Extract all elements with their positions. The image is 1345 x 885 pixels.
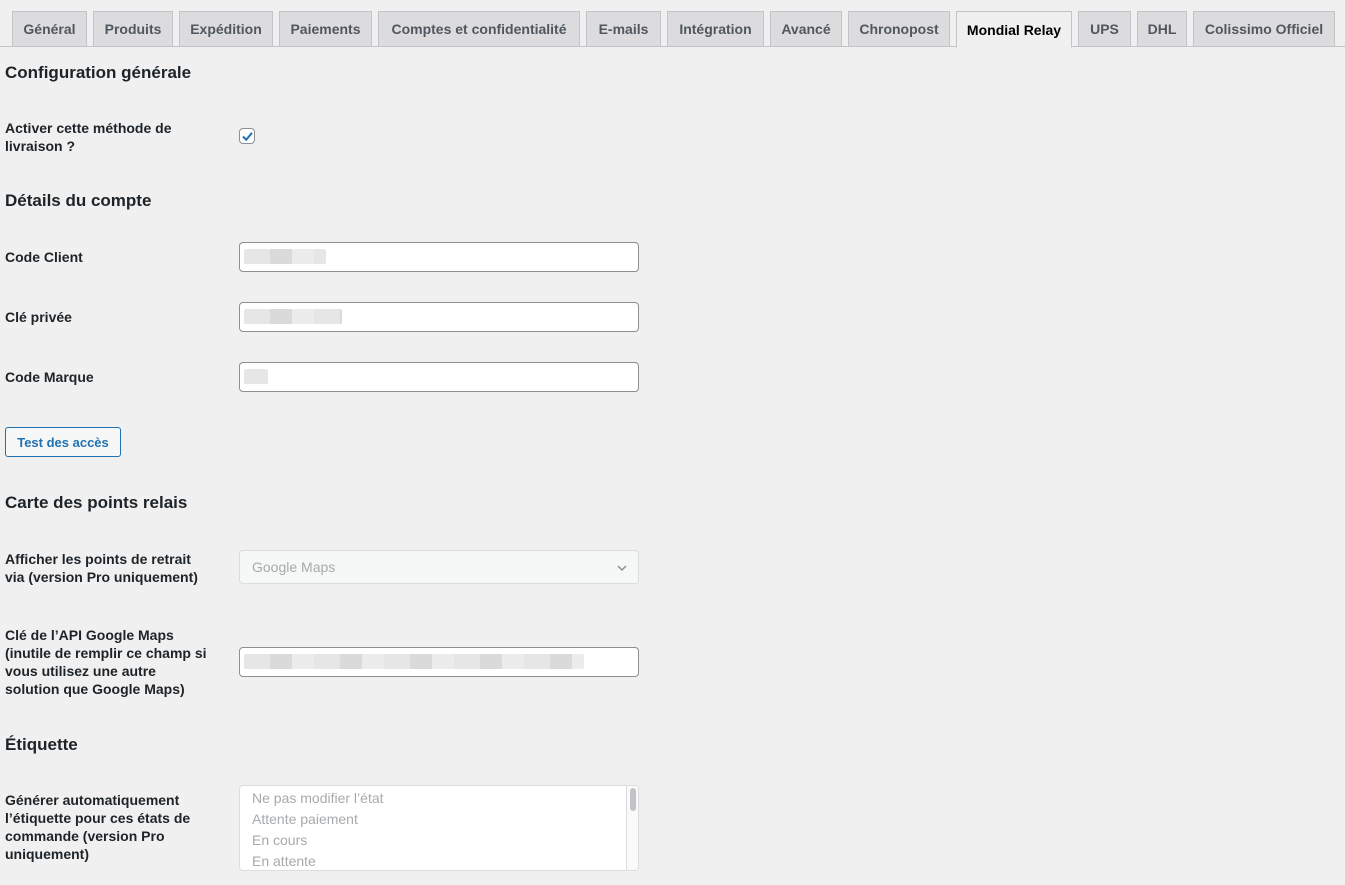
redacted-value — [244, 654, 584, 669]
listbox-scrollbar[interactable] — [626, 786, 638, 870]
tab-produits[interactable]: Produits — [93, 11, 173, 47]
tab-mondial-relay[interactable]: Mondial Relay — [956, 11, 1072, 48]
test-access-button[interactable]: Test des accès — [5, 427, 121, 457]
pickup-display-value: Google Maps — [252, 559, 336, 575]
tab-integration[interactable]: Intégration — [667, 11, 764, 47]
tab-dhl[interactable]: DHL — [1137, 11, 1187, 47]
brand-code-input[interactable] — [239, 362, 639, 392]
client-code-label: Code Client — [5, 249, 83, 265]
tab-chronopost[interactable]: Chronopost — [848, 11, 950, 47]
brand-code-label: Code Marque — [5, 369, 94, 385]
redacted-value — [244, 249, 326, 264]
redacted-value — [244, 369, 268, 384]
enable-method-label: Activer cette méthode de livraison ? — [5, 120, 172, 154]
chevron-down-icon — [617, 565, 627, 572]
order-states-listbox[interactable]: Ne pas modifier l’état Attente paiement … — [239, 785, 639, 871]
tab-paiements[interactable]: Paiements — [279, 11, 372, 47]
list-option[interactable]: Attente paiement — [252, 811, 358, 827]
tab-colissimo-officiel[interactable]: Colissimo Officiel — [1193, 11, 1335, 47]
settings-tabs: Général Produits Expédition Paiements Co… — [0, 0, 1345, 48]
tab-emails[interactable]: E-mails — [586, 11, 661, 47]
tab-general[interactable]: Général — [12, 11, 87, 47]
section-title-map: Carte des points relais — [5, 493, 188, 512]
private-key-input[interactable] — [239, 302, 639, 332]
list-option[interactable]: Ne pas modifier l’état — [252, 790, 384, 806]
section-title-general: Configuration générale — [5, 63, 192, 82]
enable-method-checkbox[interactable] — [239, 128, 255, 144]
list-option[interactable]: En attente — [252, 853, 316, 869]
auto-label-states-label: Générer automatiquement l’étiquette pour… — [5, 792, 191, 862]
checkmark-icon — [242, 132, 253, 142]
section-title-account: Détails du compte — [5, 191, 152, 210]
pickup-display-label: Afficher les points de retrait via (vers… — [5, 551, 198, 585]
google-api-key-input[interactable] — [239, 647, 639, 677]
list-option[interactable]: En cours — [252, 832, 307, 848]
private-key-label: Clé privée — [5, 309, 72, 325]
section-title-label: Étiquette — [5, 735, 78, 754]
tab-expedition[interactable]: Expédition — [179, 11, 273, 47]
tab-comptes-confidentialite[interactable]: Comptes et confidentialité — [378, 11, 580, 47]
google-api-key-label: Clé de l’API Google Maps (inutile de rem… — [5, 627, 207, 697]
scrollbar-thumb[interactable] — [630, 788, 636, 811]
tab-avance[interactable]: Avancé — [770, 11, 842, 47]
client-code-input[interactable] — [239, 242, 639, 272]
tab-ups[interactable]: UPS — [1078, 11, 1131, 47]
pickup-display-select[interactable]: Google Maps — [239, 550, 639, 584]
redacted-value — [244, 309, 342, 324]
